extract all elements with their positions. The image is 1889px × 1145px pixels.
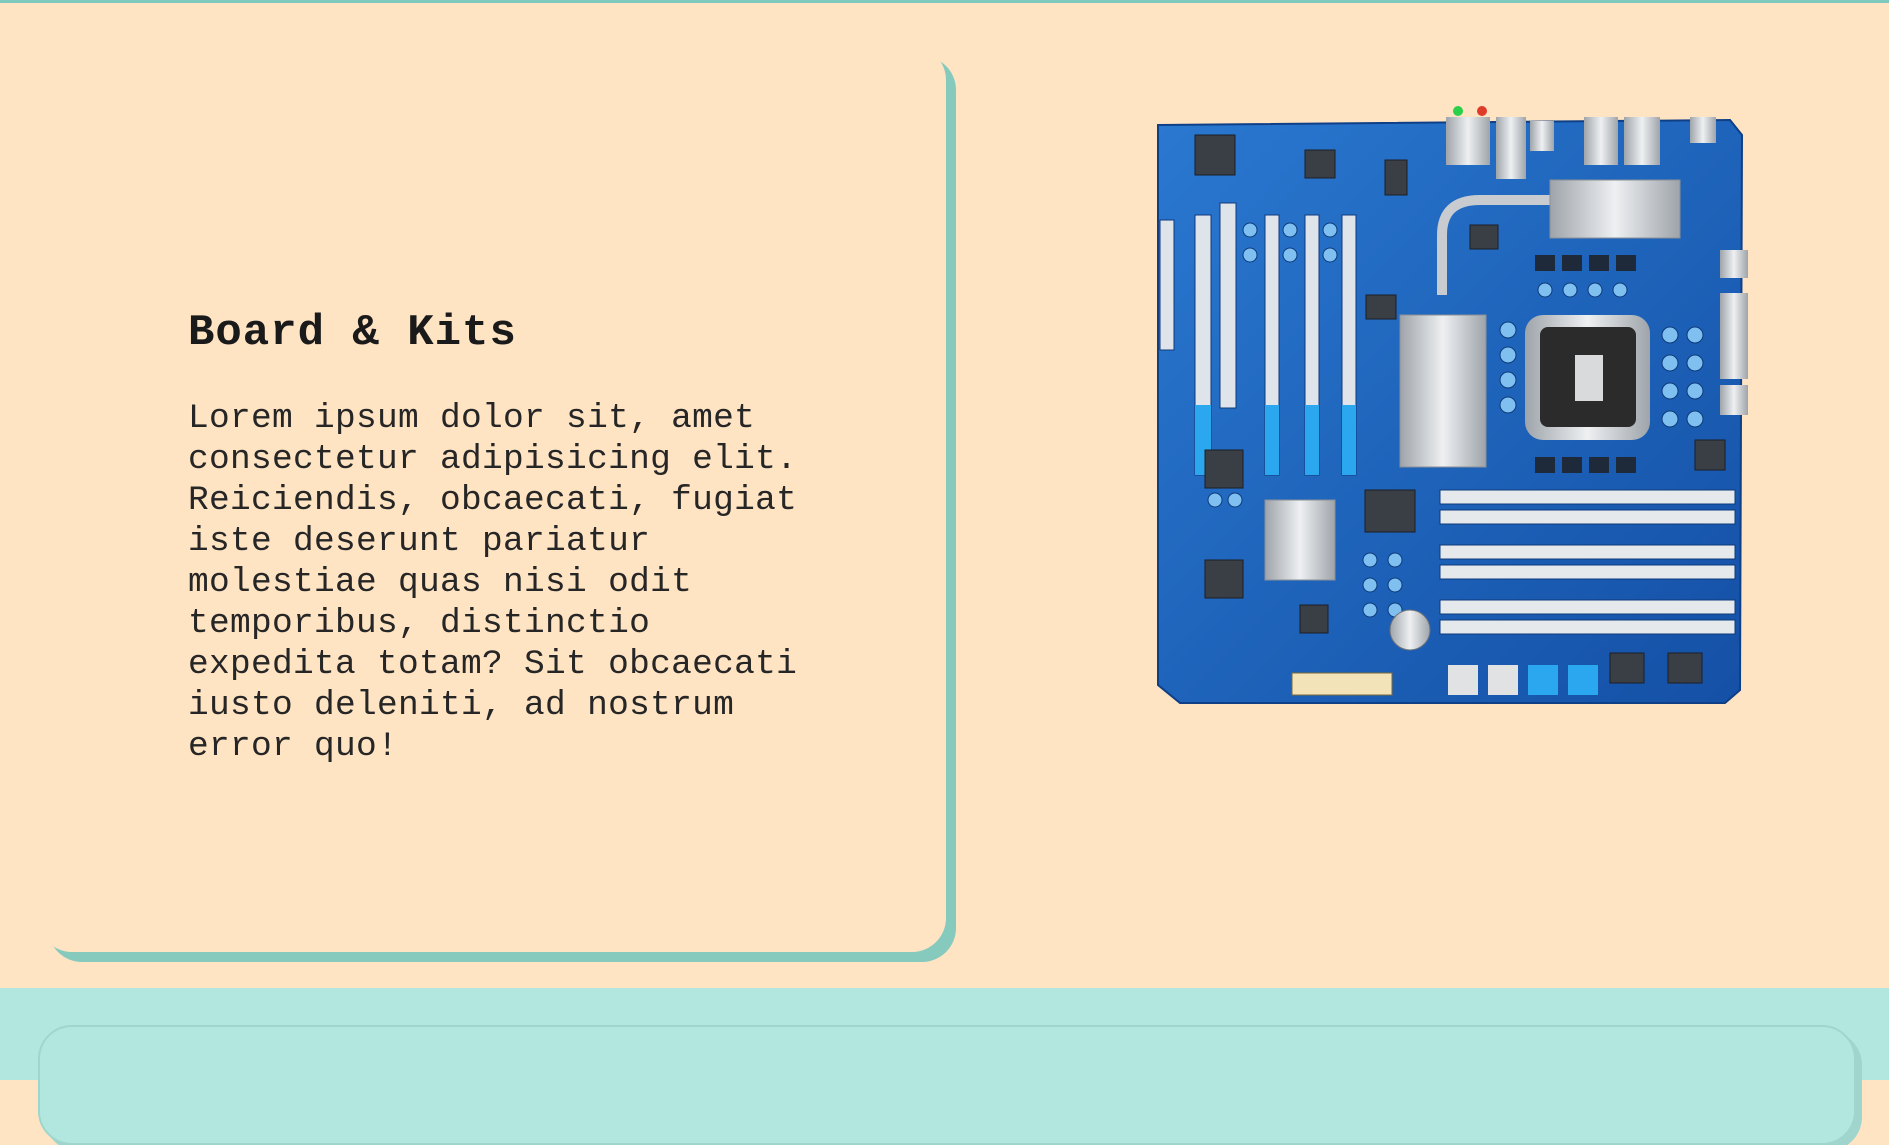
feature-card-description: Lorem ipsum dolor sit, amet consectetur …	[188, 399, 798, 766]
next-section-card	[38, 1025, 1856, 1145]
motherboard-illustration	[1150, 105, 1750, 705]
feature-card-title: Board & Kits	[188, 308, 517, 358]
feature-card: Board & Kits Lorem ipsum dolor sit, amet…	[38, 46, 946, 952]
motherboard-icon	[1157, 106, 1748, 704]
